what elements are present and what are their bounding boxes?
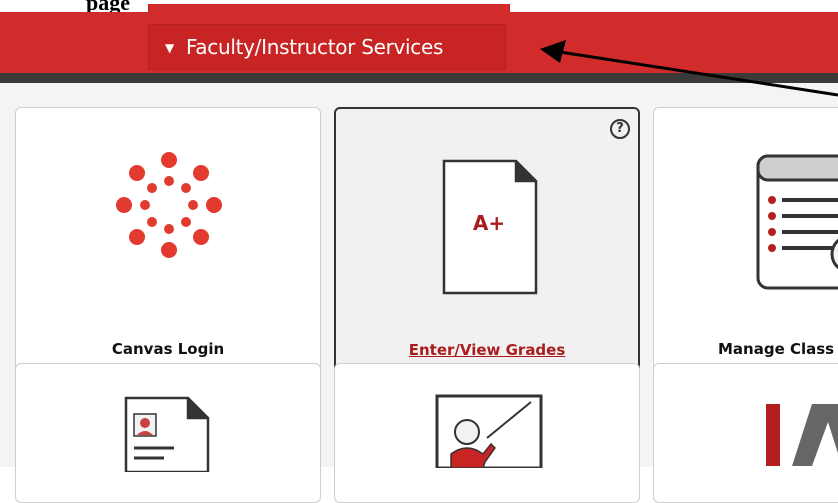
menu-tab-above <box>148 4 510 12</box>
tile-label: Canvas Login <box>111 340 225 358</box>
grade-text: A+ <box>472 211 506 235</box>
dropdown-label: Faculty/Instructor Services <box>185 35 444 59</box>
profile-document-icon <box>124 396 210 472</box>
profile-tile[interactable] <box>15 363 321 503</box>
letter-logo-icon <box>766 404 838 466</box>
letter-tile[interactable] <box>653 363 838 503</box>
enter-view-grades-tile[interactable]: ? A+ Enter/View Grades <box>334 107 640 375</box>
canvas-login-tile[interactable]: Canvas Login <box>15 107 321 375</box>
teaching-tile[interactable] <box>334 363 640 503</box>
help-icon[interactable]: ? <box>610 119 630 139</box>
tile-label[interactable]: Enter/View Grades <box>336 341 638 359</box>
caret-down-icon: ▼ <box>165 41 174 55</box>
canvas-logo-icon <box>116 152 222 258</box>
header-divider <box>0 73 838 83</box>
tile-grid: Canvas Login ? A+ Enter/View Grades Mana… <box>0 83 838 503</box>
teacher-board-icon <box>435 394 543 468</box>
manage-class-tile[interactable]: Manage Class <box>653 107 838 375</box>
class-list-icon <box>756 154 838 290</box>
faculty-services-dropdown[interactable]: ▼ Faculty/Instructor Services <box>148 24 506 70</box>
tile-label: Manage Class <box>718 340 835 358</box>
